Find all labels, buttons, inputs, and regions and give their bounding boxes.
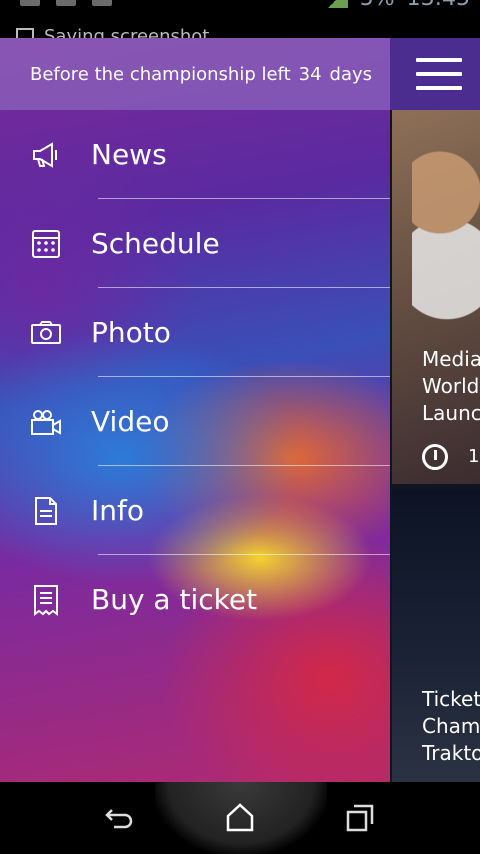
menu-item-photo[interactable]: Photo: [0, 288, 390, 377]
calendar-icon: [32, 229, 60, 258]
document-icon: [35, 496, 57, 525]
clock-time: 13:45: [407, 0, 470, 11]
clock-icon: [422, 444, 448, 470]
recent-apps-icon[interactable]: [340, 798, 380, 838]
hamburger-menu-icon[interactable]: [416, 58, 462, 90]
news-card-title: Ticket Cham Trakto: [422, 687, 480, 765]
countdown-days-value: 34: [298, 63, 322, 85]
drawer-menu: News Schedule Photo Video Info Buy a tic…: [0, 110, 390, 644]
countdown-suffix: days: [329, 63, 373, 85]
menu-item-buy-ticket[interactable]: Buy a ticket: [0, 555, 390, 644]
chat-icon: [92, 0, 112, 6]
mascot-image: [412, 150, 480, 320]
video-camera-icon: [31, 409, 61, 435]
image-icon: [56, 0, 76, 6]
menu-item-label: News: [91, 138, 167, 171]
status-icons-left: [20, 0, 112, 6]
camera-icon: [31, 320, 61, 344]
menu-item-news[interactable]: News: [0, 110, 390, 199]
countdown-banner: Before the championship left 34 days: [0, 38, 390, 110]
home-icon[interactable]: [220, 798, 260, 838]
signal-icon: [325, 0, 348, 8]
menu-item-label: Video: [91, 405, 170, 438]
menu-item-schedule[interactable]: Schedule: [0, 199, 390, 288]
megaphone-icon: [33, 141, 57, 168]
app-bar: [390, 38, 480, 110]
menu-item-video[interactable]: Video: [0, 377, 390, 466]
status-icons-right: 5% 13:45: [325, 0, 470, 11]
news-card[interactable]: Ticket Cham Trakto: [392, 490, 480, 782]
status-bar: 5% 13:45 Saving screenshot: [0, 0, 480, 38]
news-card-title: Media World Launc: [422, 347, 480, 425]
system-navigation-bar: [0, 782, 480, 854]
main-content: Media World Launc 1 Ticket Cham Trakto: [390, 38, 480, 782]
menu-item-label: Schedule: [91, 227, 220, 260]
menu-item-info[interactable]: Info: [0, 466, 390, 555]
menu-item-label: Info: [91, 494, 144, 527]
menu-item-label: Photo: [91, 316, 171, 349]
news-card-time: 1: [468, 446, 480, 467]
news-card[interactable]: Media World Launc 1: [392, 110, 480, 484]
receipt-icon: [34, 584, 58, 616]
checkbox-icon: [16, 27, 34, 38]
usb-icon: [20, 0, 40, 6]
menu-item-label: Buy a ticket: [91, 583, 258, 616]
notification-text: Saving screenshot: [44, 26, 210, 38]
battery-level: 5%: [360, 0, 395, 11]
notification-ticker: Saving screenshot: [16, 26, 209, 38]
back-icon[interactable]: [100, 798, 140, 838]
navigation-drawer: Before the championship left 34 days New…: [0, 38, 390, 782]
countdown-prefix: Before the championship left: [30, 63, 291, 85]
